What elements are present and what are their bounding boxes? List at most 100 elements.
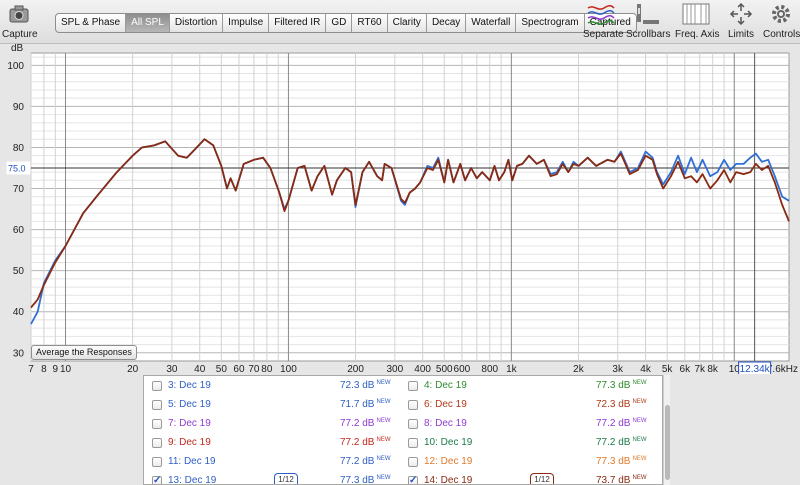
cursor-y-readout: 75.0 xyxy=(8,163,26,173)
x-tick-label: 3k xyxy=(612,364,624,374)
plot-background[interactable] xyxy=(30,52,790,362)
tab-gd[interactable]: GD xyxy=(326,14,353,32)
measurement-name[interactable]: 11: Dec 19 xyxy=(168,456,216,467)
measurement-spl: 73.7 dB xyxy=(596,475,631,485)
freq-axis-button[interactable]: Freq. Axis xyxy=(675,2,720,40)
measurement-spl-wrap: 71.7 dB NEW xyxy=(340,399,390,410)
cursor-x-readout: 12.34k xyxy=(740,364,771,374)
controls-button[interactable]: Controls xyxy=(763,2,800,40)
new-badge: NEW xyxy=(376,437,391,443)
tool-label: Separate xyxy=(583,29,624,40)
x-tick-label: 70 xyxy=(248,364,260,374)
measurement-checkbox[interactable] xyxy=(152,475,162,484)
measurement-spl: 77.3 dB xyxy=(596,380,631,391)
measurement-row: 5: Dec 19 71.7 dB NEW xyxy=(144,395,400,415)
x-tick-label: 20 xyxy=(127,364,139,374)
capture-label: Capture xyxy=(2,29,38,40)
new-badge: NEW xyxy=(376,475,391,481)
new-badge: NEW xyxy=(376,399,391,405)
x-tick-label: 60 xyxy=(233,364,245,374)
measurement-name[interactable]: 6: Dec 19 xyxy=(424,399,467,410)
measurement-checkbox[interactable] xyxy=(408,381,418,391)
tab-clarity[interactable]: Clarity xyxy=(388,14,427,32)
y-tick-label: 60 xyxy=(13,225,25,236)
measurement-checkbox[interactable] xyxy=(152,438,162,448)
y-tick-label: 30 xyxy=(13,348,25,359)
measurement-name[interactable]: 3: Dec 19 xyxy=(168,380,211,391)
measurement-checkbox[interactable] xyxy=(408,400,418,410)
scroll-thumb[interactable] xyxy=(665,405,670,480)
graph-tabs: SPL & Phase All SPL Distortion Impulse Filte… xyxy=(55,13,637,33)
capture-button[interactable]: Capture xyxy=(2,2,38,40)
rew-window: Capture SPL & Phase All SPL Distortion Impu… xyxy=(0,0,800,485)
measurement-spl-wrap: 72.3 dB NEW xyxy=(596,399,646,410)
smoothing-badge[interactable]: 1/12 xyxy=(530,473,554,484)
measurement-checkbox[interactable] xyxy=(152,400,162,410)
tab-distortion[interactable]: Distortion xyxy=(170,14,224,32)
tab-rt60[interactable]: RT60 xyxy=(352,14,388,32)
x-tick-label: 4k xyxy=(640,364,652,374)
x-tick-label: 7 xyxy=(28,364,34,374)
measurement-name[interactable]: 12: Dec 19 xyxy=(424,456,472,467)
smoothing-badge[interactable]: 1/12 xyxy=(274,473,298,484)
measurement-checkbox[interactable] xyxy=(408,457,418,467)
measurement-name[interactable]: 14: Dec 19 xyxy=(424,475,472,484)
x-tick-label: 40 xyxy=(194,364,206,374)
tab-spl-phase[interactable]: SPL & Phase xyxy=(56,14,127,32)
measurement-name[interactable]: 13: Dec 19 xyxy=(168,475,216,484)
tab-all-spl[interactable]: All SPL xyxy=(126,14,170,32)
measurement-row: 14: Dec 19 1/12 73.7 dBNEW xyxy=(400,471,656,485)
measurement-checkbox[interactable] xyxy=(152,457,162,467)
x-tick-label: 500 xyxy=(436,364,453,374)
measurement-spl: 77.2 dB xyxy=(340,437,375,448)
measurement-checkbox[interactable] xyxy=(408,419,418,429)
new-badge: NEW xyxy=(632,418,647,424)
tool-label: Controls xyxy=(763,29,800,40)
tab-waterfall[interactable]: Waterfall xyxy=(466,14,517,32)
measurement-name[interactable]: 7: Dec 19 xyxy=(168,418,211,429)
measurement-spl-wrap: 77.3 dB NEW xyxy=(596,456,646,467)
average-responses-button[interactable]: Average the Responses xyxy=(31,345,137,360)
measurement-checkbox[interactable] xyxy=(408,438,418,448)
tab-impulse[interactable]: Impulse xyxy=(223,14,270,32)
list-scrollbar[interactable] xyxy=(663,375,670,485)
scrollbars-button[interactable]: Scrollbars xyxy=(626,2,670,40)
measurement-checkbox[interactable] xyxy=(408,475,418,484)
x-tick-label: 8k xyxy=(707,364,719,374)
measurement-name[interactable]: 5: Dec 19 xyxy=(168,399,211,410)
measurement-checkbox[interactable] xyxy=(152,381,162,391)
tool-label: Freq. Axis xyxy=(675,29,720,40)
tab-filtered-ir[interactable]: Filtered IR xyxy=(269,14,327,32)
measurement-name[interactable]: 9: Dec 19 xyxy=(168,437,211,448)
x-tick-label: 600 xyxy=(454,364,471,374)
measurement-checkbox[interactable] xyxy=(152,419,162,429)
new-badge: NEW xyxy=(632,380,647,386)
limits-button[interactable]: Limits xyxy=(726,2,756,40)
tab-decay[interactable]: Decay xyxy=(427,14,467,32)
measurement-name[interactable]: 8: Dec 19 xyxy=(424,418,467,429)
measurement-row: 13: Dec 19 1/12 77.3 dBNEW xyxy=(144,471,400,484)
measurement-spl: 77.2 dB xyxy=(340,418,375,429)
measurement-name[interactable]: 10: Dec 19 xyxy=(424,437,472,448)
measurement-name[interactable]: 4: Dec 19 xyxy=(424,380,467,391)
x-tick-label: 6k xyxy=(680,364,692,374)
y-tick-label: 90 xyxy=(13,102,25,113)
x-tick-label: 50 xyxy=(216,364,228,374)
x-tick-label: 9 xyxy=(53,364,59,374)
measurement-spl-wrap: 73.7 dB NEW xyxy=(596,475,646,485)
x-tick-label: 30 xyxy=(166,364,178,374)
new-badge: NEW xyxy=(632,399,647,405)
chart-area[interactable]: 30 40 50 60 70 80 90 100 dB 7 8 9 10 20 30 40 50 60 70 80 10… xyxy=(0,44,800,374)
x-tick-label: 80 xyxy=(261,364,273,374)
measurement-spl-wrap: 77.2 dB NEW xyxy=(340,456,390,467)
spl-chart[interactable]: 30405060708090100dB7 8 9 10 20 30 40 50 60 70 80 10… xyxy=(0,44,800,374)
measurement-row: 6: Dec 19 72.3 dB NEW xyxy=(400,395,656,415)
new-badge: NEW xyxy=(376,418,391,424)
separate-icon xyxy=(583,2,619,26)
measurement-spl: 77.2 dB xyxy=(340,456,375,467)
separate-button[interactable]: Separate xyxy=(583,2,624,40)
x-tick-label: 300 xyxy=(386,364,403,374)
y-axis-label: dB xyxy=(11,44,24,54)
measurement-spl: 72.3 dB xyxy=(596,399,631,410)
tab-spectrogram[interactable]: Spectrogram xyxy=(516,14,585,32)
